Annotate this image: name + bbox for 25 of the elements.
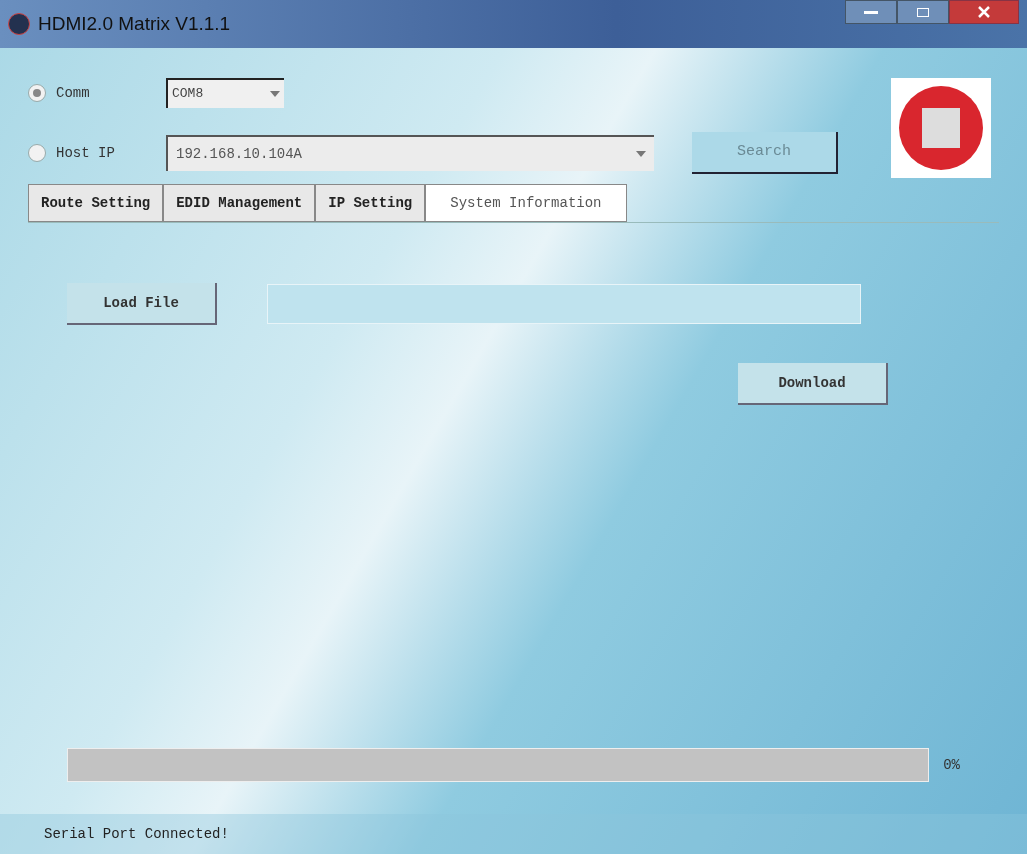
- radio-label: Comm: [56, 83, 91, 103]
- progress-percentage: 0%: [943, 755, 960, 775]
- radio-label: Host IP: [56, 143, 116, 163]
- download-button[interactable]: Download: [738, 363, 888, 405]
- caret-icon: [270, 91, 280, 97]
- caret-icon: [636, 151, 646, 157]
- stop-button[interactable]: [891, 78, 991, 178]
- tab[interactable]: Route Setting: [28, 184, 164, 222]
- maximize-button[interactable]: [897, 0, 949, 24]
- radio-button[interactable]: [28, 144, 46, 162]
- radio-button[interactable]: [28, 84, 46, 102]
- app-logo-icon: [8, 13, 30, 35]
- close-icon: [978, 6, 990, 18]
- minimize-button[interactable]: [845, 0, 897, 24]
- stop-icon: [898, 85, 984, 171]
- window-title: HDMI2.0 Matrix V1.1.1: [38, 11, 231, 36]
- tab[interactable]: System Information: [425, 184, 627, 222]
- port-dropdown[interactable]: COM8: [166, 78, 284, 108]
- load-file-button[interactable]: Load File: [67, 283, 217, 325]
- status-text: Serial Port Connected!: [44, 824, 229, 844]
- ip-dropdown[interactable]: 192.168.10.104A: [166, 135, 654, 171]
- tab[interactable]: IP Setting: [315, 184, 426, 222]
- file-path-field[interactable]: [267, 284, 861, 324]
- close-button[interactable]: [949, 0, 1019, 24]
- tab[interactable]: EDID Management: [163, 184, 316, 222]
